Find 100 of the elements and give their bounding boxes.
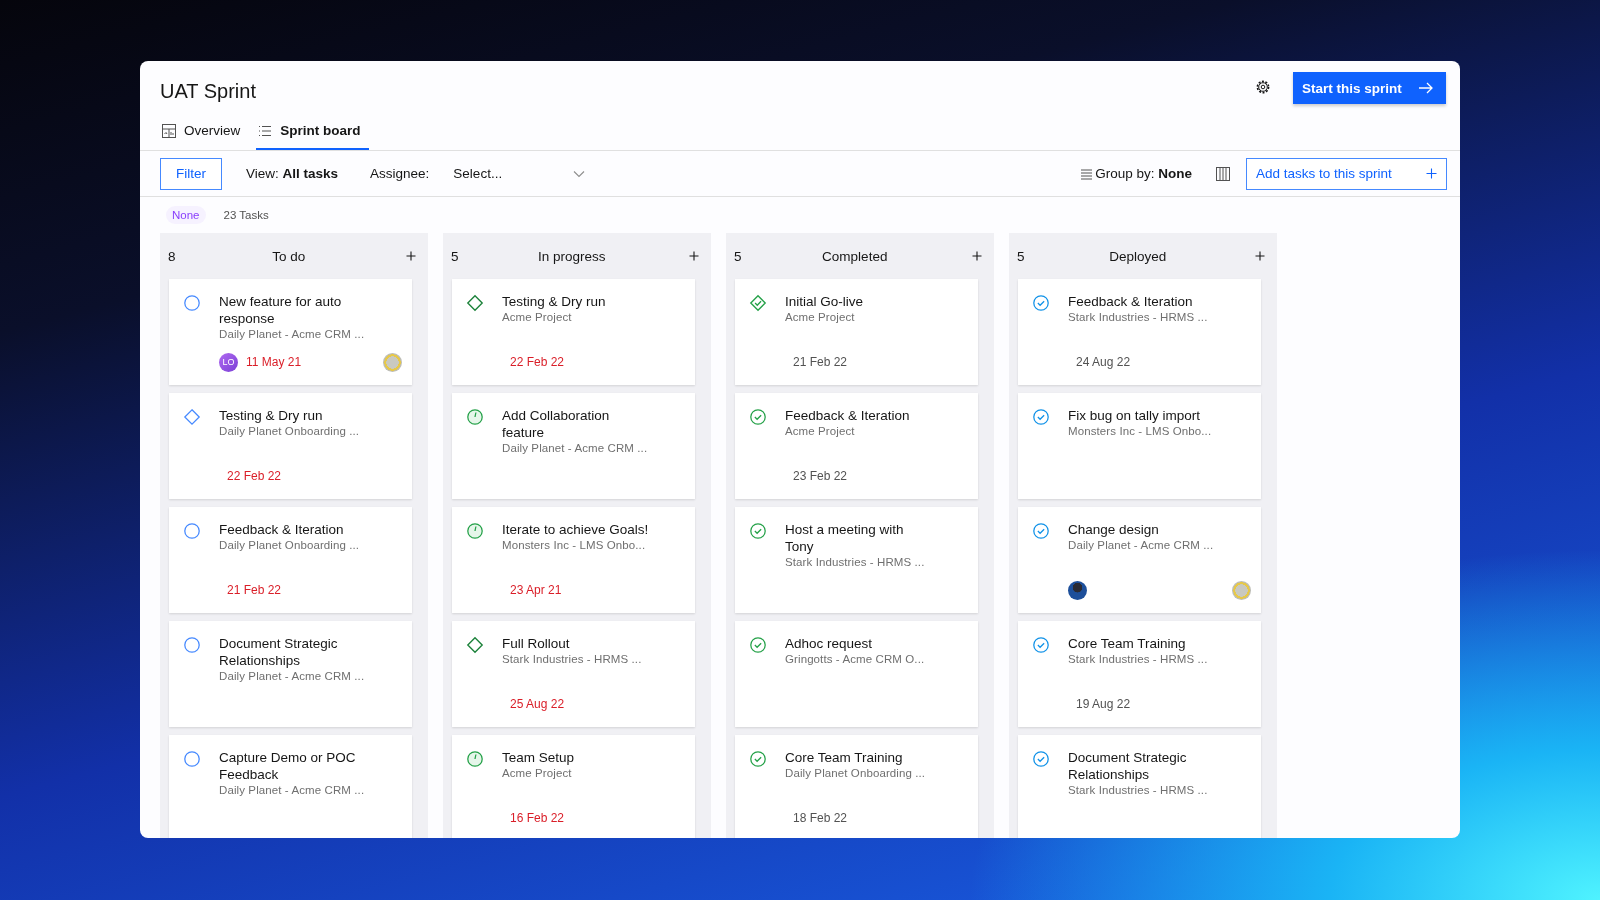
task-project: Stark Industries - HRMS ... xyxy=(785,556,926,568)
assignee-label: Assignee: xyxy=(370,166,430,181)
check-circle-icon xyxy=(1032,294,1050,312)
task-card[interactable]: Feedback & Iteration Acme Project 23 Feb 22 xyxy=(735,393,978,499)
check-circle-icon xyxy=(1032,750,1050,768)
task-title: Add Collaboration feature xyxy=(502,407,611,441)
open-circle-icon xyxy=(183,750,201,768)
clock-icon xyxy=(466,750,484,768)
add-icon xyxy=(406,251,416,261)
due-date: 21 Feb 22 xyxy=(227,583,282,597)
dashboard-icon xyxy=(162,123,176,138)
due-date: 25 Aug 22 xyxy=(510,697,565,711)
diamond-check-icon xyxy=(749,294,767,312)
settings-button[interactable] xyxy=(1255,79,1271,95)
task-title: Feedback & Iteration xyxy=(1068,293,1194,310)
task-card[interactable]: Core Team Training Stark Industries - HRMS ... 19 Aug 22 xyxy=(1018,621,1261,727)
clock-icon xyxy=(466,522,484,540)
task-card[interactable]: Full Rollout Stark Industries - HRMS ... 25 Aug 22 xyxy=(452,621,695,727)
view-selector[interactable]: View: All tasks xyxy=(246,166,339,181)
due-date: 22 Feb 22 xyxy=(227,469,282,483)
task-card[interactable]: Testing & Dry run Daily Planet Onboarding ... 22 Feb 22 xyxy=(169,393,412,499)
task-title: Team Setup xyxy=(502,749,576,766)
task-card[interactable]: Iterate to achieve Goals! Monsters Inc - LMS Onbo... 23 Apr 21 xyxy=(452,507,695,613)
task-project: Monsters Inc - LMS Onbo... xyxy=(1068,425,1213,437)
column-title: In progress xyxy=(538,248,606,264)
task-card[interactable]: Initial Go-live Acme Project 21 Feb 22 xyxy=(735,279,978,385)
task-project: Daily Planet - Acme CRM ... xyxy=(219,328,366,340)
check-circle-icon xyxy=(749,522,767,540)
due-date: 21 Feb 22 xyxy=(793,355,848,369)
task-card[interactable]: Capture Demo or POC Feedback Daily Planet - Acme CRM ... xyxy=(169,735,412,838)
column-count: 8 xyxy=(168,248,176,264)
column-count: 5 xyxy=(451,248,459,264)
task-card[interactable]: Feedback & Iteration Stark Industries - HRMS ... 24 Aug 22 xyxy=(1018,279,1261,385)
check-circle-icon xyxy=(1032,522,1050,540)
task-card[interactable]: Fix bug on tally import Monsters Inc - LMS Onbo... xyxy=(1018,393,1261,499)
task-card[interactable]: Host a meeting with Tony Stark Industries - HRMS ... xyxy=(735,507,978,613)
task-card[interactable]: Document Strategic Relationships Stark Industries - HRMS ... xyxy=(1018,735,1261,838)
add-tasks-button[interactable]: Add tasks to this sprint xyxy=(1246,157,1447,190)
column-title: Deployed xyxy=(1109,248,1167,264)
task-title: Document Strategic Relationships xyxy=(219,635,339,669)
due-date: 23 Feb 22 xyxy=(793,469,848,483)
group-by-selector[interactable]: Group by: None xyxy=(1095,166,1192,181)
task-project: Daily Planet - Acme CRM ... xyxy=(219,784,366,796)
task-title: Testing & Dry run xyxy=(219,407,324,424)
task-title: Testing & Dry run xyxy=(502,293,607,310)
chevron-down-icon xyxy=(573,169,586,178)
task-title: Change design xyxy=(1068,521,1160,538)
column-count: 5 xyxy=(734,248,742,264)
task-project: Acme Project xyxy=(785,311,856,323)
task-project: Daily Planet Onboarding ... xyxy=(785,767,927,779)
due-date: 22 Feb 22 xyxy=(510,355,565,369)
tab[interactable]: Overview xyxy=(160,113,243,150)
task-card[interactable]: Team Setup Acme Project 16 Feb 22 xyxy=(452,735,695,838)
task-card[interactable]: Testing & Dry run Acme Project 22 Feb 22 xyxy=(452,279,695,385)
group-tag: None xyxy=(166,206,206,224)
task-project: Stark Industries - HRMS ... xyxy=(1068,784,1209,796)
task-project: Acme Project xyxy=(502,767,573,779)
assignee-dropdown[interactable]: Select... xyxy=(453,162,586,185)
plus-icon xyxy=(1426,168,1437,179)
task-title: New feature for auto response xyxy=(219,293,343,327)
task-title: Capture Demo or POC Feedback xyxy=(219,749,357,783)
due-date: 18 Feb 22 xyxy=(793,811,848,825)
columns-view-button[interactable] xyxy=(1216,166,1230,181)
task-card[interactable]: Document Strategic Relationships Daily Planet - Acme CRM ... xyxy=(169,621,412,727)
start-sprint-button[interactable]: Start this sprint xyxy=(1293,72,1446,104)
arrow-right-icon xyxy=(1418,82,1434,94)
task-project: Acme Project xyxy=(502,311,573,323)
task-title: Feedback & Iteration xyxy=(219,521,345,538)
task-card[interactable]: Adhoc request Gringotts - Acme CRM O... xyxy=(735,621,978,727)
task-card[interactable]: New feature for auto response Daily Planet - Acme CRM ... LO 11 May 21 xyxy=(169,279,412,385)
open-circle-icon xyxy=(183,294,201,312)
columns-icon xyxy=(1216,166,1230,181)
due-date: 24 Aug 22 xyxy=(1076,355,1131,369)
task-project: Daily Planet Onboarding ... xyxy=(219,539,361,551)
check-circle-icon xyxy=(749,408,767,426)
task-card[interactable]: Feedback & Iteration Daily Planet Onboarding ... 21 Feb 22 xyxy=(169,507,412,613)
avatar-photo xyxy=(1068,580,1087,600)
task-title: Document Strategic Relationships xyxy=(1068,749,1188,783)
task-project: Daily Planet - Acme CRM ... xyxy=(502,442,649,454)
task-title: Full Rollout xyxy=(502,635,571,652)
task-title: Adhoc request xyxy=(785,635,874,652)
check-circle-icon xyxy=(1032,408,1050,426)
task-project: Daily Planet - Acme CRM ... xyxy=(1068,539,1215,551)
task-project: Acme Project xyxy=(785,425,856,437)
tab[interactable]: Sprint board xyxy=(256,113,369,150)
due-date: 16 Feb 22 xyxy=(510,811,565,825)
add-icon xyxy=(972,251,982,261)
column-title: Completed xyxy=(822,248,888,264)
task-card[interactable]: Core Team Training Daily Planet Onboarding ... 18 Feb 22 xyxy=(735,735,978,838)
task-card[interactable]: Change design Daily Planet - Acme CRM ... xyxy=(1018,507,1261,613)
task-card[interactable]: Add Collaboration feature Daily Planet - Acme CRM ... xyxy=(452,393,695,499)
open-circle-icon xyxy=(183,636,201,654)
diamond-icon xyxy=(466,636,484,654)
filter-button[interactable]: Filter xyxy=(160,157,222,190)
check-circle-icon xyxy=(749,750,767,768)
list-icon xyxy=(1080,167,1094,180)
check-circle-icon xyxy=(1032,636,1050,654)
diamond-icon xyxy=(183,408,201,426)
due-date: 11 May 21 xyxy=(246,355,302,369)
due-date: 19 Aug 22 xyxy=(1076,697,1131,711)
